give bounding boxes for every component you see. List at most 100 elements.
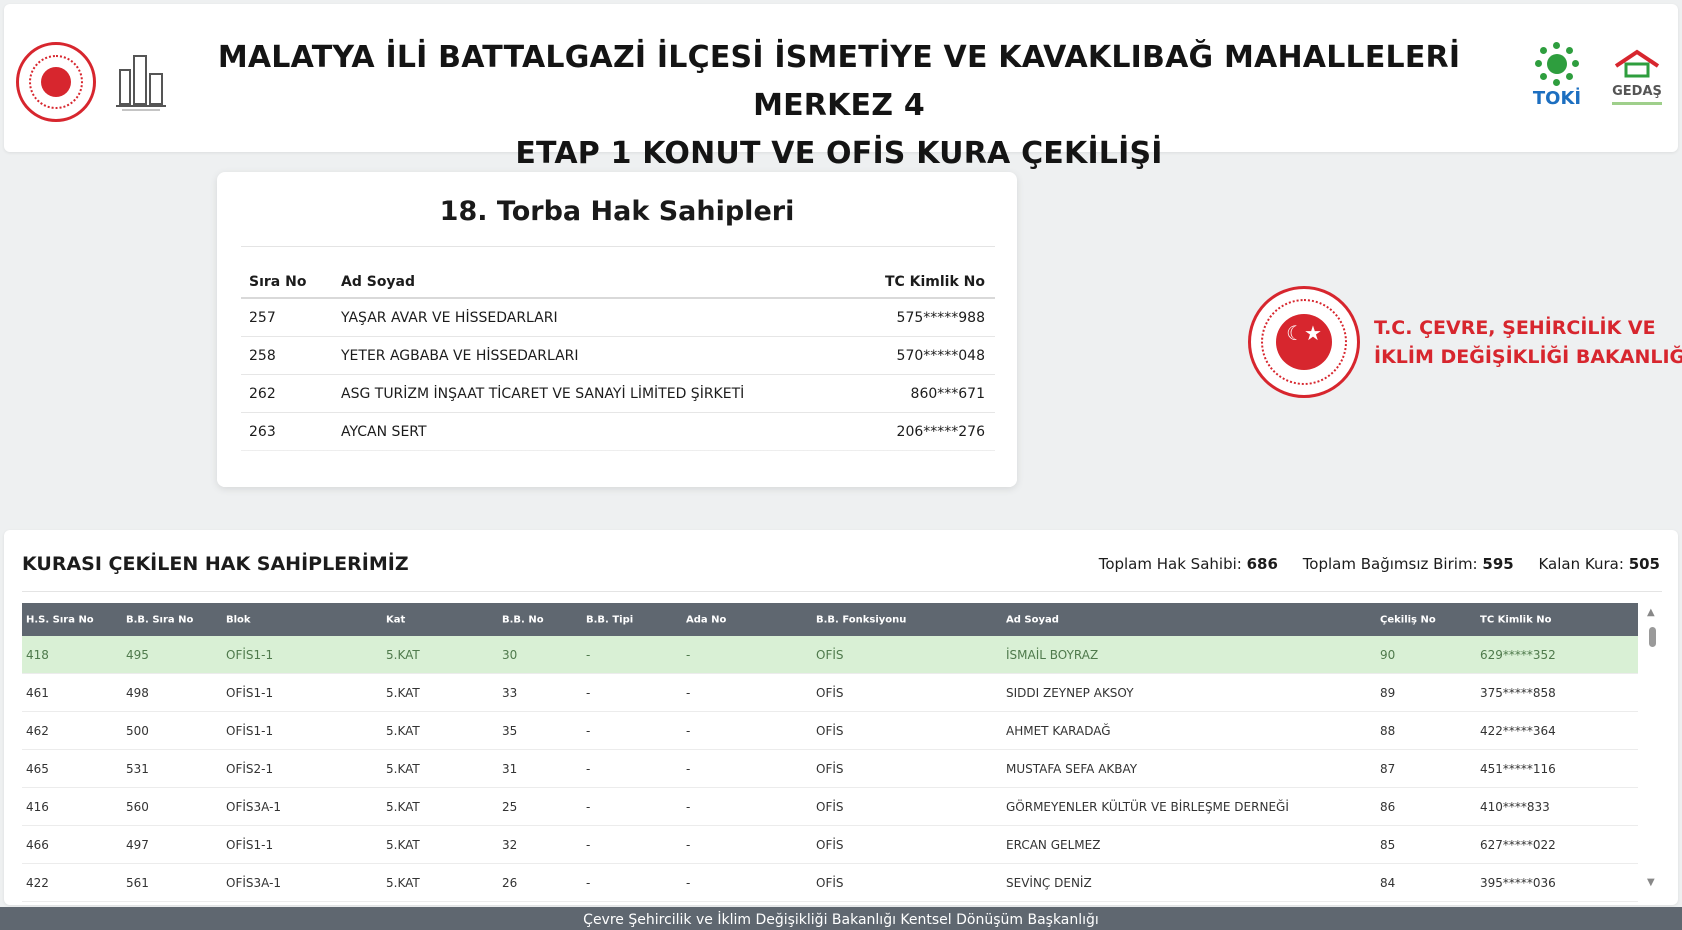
page-title: MALATYA İLİ BATTALGAZİ İLÇESİ İSMETİYE V… bbox=[204, 34, 1474, 178]
cell-tc: 410****833 bbox=[1480, 799, 1550, 814]
building-logo bbox=[114, 48, 170, 114]
col-ad-soyad[interactable]: Ad Soyad bbox=[1006, 614, 1059, 625]
col-bb-tipi[interactable]: B.B. Tipi bbox=[586, 614, 633, 625]
cell-ada: - bbox=[686, 647, 691, 662]
cell-hs-sira: 462 bbox=[26, 723, 49, 738]
torba-row: 257 YAŞAR AVAR VE HİSSEDARLARI 575*****9… bbox=[241, 299, 995, 337]
cell-tc: 627*****022 bbox=[1480, 837, 1556, 852]
cell-sira: 262 bbox=[249, 385, 276, 402]
col-hs-sira[interactable]: H.S. Sıra No bbox=[26, 614, 94, 625]
torba-card: 18. Torba Hak Sahipleri Sıra No Ad Soyad… bbox=[217, 172, 1017, 487]
toki-dots-icon bbox=[1535, 42, 1579, 86]
building-icon bbox=[116, 55, 166, 111]
torba-row: 262 ASG TURİZM İNŞAAT TİCARET VE SANAYİ … bbox=[241, 375, 995, 413]
cell-tc: 575*****988 bbox=[896, 309, 985, 326]
col-tc-kimlik: TC Kimlik No bbox=[884, 274, 985, 290]
cell-ad: AYCAN SERT bbox=[341, 423, 427, 440]
cell-blok: OFİS1-1 bbox=[226, 837, 274, 852]
cell-bb-sira: 495 bbox=[126, 647, 149, 662]
cell-ad: ERCAN GELMEZ bbox=[1006, 837, 1101, 852]
drawn-table: H.S. Sıra No B.B. Sıra No Blok Kat B.B. … bbox=[22, 603, 1638, 902]
cell-hs-sira: 418 bbox=[26, 647, 49, 662]
cell-bb-sira: 560 bbox=[126, 799, 149, 814]
cell-blok: OFİS2-1 bbox=[226, 761, 274, 776]
cell-ad: MUSTAFA SEFA AKBAY bbox=[1006, 761, 1138, 776]
torba-row: 263 AYCAN SERT 206*****276 bbox=[241, 413, 995, 451]
torba-table: Sıra No Ad Soyad TC Kimlik No 257 YAŞAR … bbox=[241, 267, 995, 451]
cell-kat: 5.KAT bbox=[386, 761, 420, 776]
cell-bb-no: 32 bbox=[502, 837, 518, 852]
cell-ada: - bbox=[686, 685, 691, 700]
scroll-up-arrow-icon[interactable]: ▲ bbox=[1647, 607, 1655, 618]
cell-fonksiyon: OFİS bbox=[816, 723, 844, 738]
col-blok[interactable]: Blok bbox=[226, 614, 251, 625]
table-row[interactable]: 462 500 OFİS1-1 5.KAT 35 - - OFİS AHMET KARADAĞ 8… bbox=[22, 712, 1638, 750]
col-ada-no[interactable]: Ada No bbox=[686, 614, 726, 625]
scroll-down-arrow-icon[interactable]: ▼ bbox=[1647, 877, 1655, 888]
stat-label: Kalan Kura: bbox=[1538, 555, 1624, 573]
cell-fonksiyon: OFİS bbox=[816, 875, 844, 890]
cell-cekilis: 88 bbox=[1380, 723, 1396, 738]
ministry-name: T.C. ÇEVRE, ŞEHİRCİLİK VE İKLİM DEĞİŞİKL… bbox=[1374, 314, 1682, 372]
col-cekilis-no[interactable]: Çekiliş No bbox=[1380, 614, 1436, 625]
col-tc-kimlik[interactable]: TC Kimlik No bbox=[1480, 614, 1551, 625]
table-row-highlighted[interactable]: 418 495 OFİS1-1 5.KAT 30 - - OFİS İSMAİL BOYRAZ 9… bbox=[22, 636, 1638, 674]
cell-tc: 395*****036 bbox=[1480, 875, 1556, 890]
col-sira-no: Sıra No bbox=[249, 274, 307, 290]
stat-label: Toplam Hak Sahibi: bbox=[1098, 555, 1242, 573]
cell-tc: 629*****352 bbox=[1480, 647, 1556, 662]
cell-hs-sira: 465 bbox=[26, 761, 49, 776]
cell-tc: 422*****364 bbox=[1480, 723, 1556, 738]
cell-fonksiyon: OFİS bbox=[816, 837, 844, 852]
cell-kat: 5.KAT bbox=[386, 875, 420, 890]
gedas-label: GEDAŞ bbox=[1612, 84, 1662, 99]
stat-kalan-kura: Kalan Kura: 505 bbox=[1538, 555, 1660, 573]
table-scrollbar[interactable]: ▲ ▼ bbox=[1644, 603, 1660, 888]
drawn-divider bbox=[22, 591, 1662, 592]
cell-tc: 206*****276 bbox=[896, 423, 985, 440]
drawn-stats: Toplam Hak Sahibi: 686 Toplam Bağımsız B… bbox=[1079, 555, 1660, 573]
col-fonksiyon[interactable]: B.B. Fonksiyonu bbox=[816, 614, 906, 625]
col-kat[interactable]: Kat bbox=[386, 614, 405, 625]
ministry-seal-icon: ☾★ bbox=[1248, 286, 1360, 398]
col-bb-sira[interactable]: B.B. Sıra No bbox=[126, 614, 193, 625]
cell-bb-tipi: - bbox=[586, 723, 591, 738]
cell-bb-no: 35 bbox=[502, 723, 518, 738]
gedas-underline bbox=[1612, 102, 1662, 105]
table-row[interactable]: 461 498 OFİS1-1 5.KAT 33 - - OFİS SIDDI ZEYNEP A… bbox=[22, 674, 1638, 712]
cell-ad: AHMET KARADAĞ bbox=[1006, 723, 1111, 738]
cell-bb-sira: 500 bbox=[126, 723, 149, 738]
cell-kat: 5.KAT bbox=[386, 837, 420, 852]
toki-logo: TOKİ bbox=[1529, 42, 1585, 116]
cell-ad: YAŞAR AVAR VE HİSSEDARLARI bbox=[341, 309, 558, 326]
col-bb-no[interactable]: B.B. No bbox=[502, 614, 544, 625]
cell-tc: 860***671 bbox=[910, 385, 985, 402]
cell-cekilis: 89 bbox=[1380, 685, 1396, 700]
cell-ada: - bbox=[686, 761, 691, 776]
cell-kat: 5.KAT bbox=[386, 799, 420, 814]
ministry-name-line1: T.C. ÇEVRE, ŞEHİRCİLİK VE bbox=[1374, 317, 1656, 339]
table-row[interactable]: 465 531 OFİS2-1 5.KAT 31 - - OFİS MUSTAFA SEFA A… bbox=[22, 750, 1638, 788]
page-header: MALATYA İLİ BATTALGAZİ İLÇESİ İSMETİYE V… bbox=[4, 4, 1678, 171]
cell-fonksiyon: OFİS bbox=[816, 761, 844, 776]
cell-blok: OFİS1-1 bbox=[226, 685, 274, 700]
page-title-line2: ETAP 1 KONUT VE OFİS KURA ÇEKİLİŞİ bbox=[515, 136, 1163, 171]
cell-tc: 570*****048 bbox=[896, 347, 985, 364]
cell-sira: 258 bbox=[249, 347, 276, 364]
scroll-thumb[interactable] bbox=[1649, 627, 1656, 647]
cell-cekilis: 86 bbox=[1380, 799, 1396, 814]
house-icon bbox=[1614, 49, 1660, 78]
cell-fonksiyon: OFİS bbox=[816, 799, 844, 814]
cell-ad: ASG TURİZM İNŞAAT TİCARET VE SANAYİ LİMİ… bbox=[341, 385, 745, 402]
ministry-logo: ☾★ T.C. ÇEVRE, ŞEHİRCİLİK VE İKLİM DEĞİŞ… bbox=[1248, 284, 1682, 400]
table-row[interactable]: 422 561 OFİS3A-1 5.KAT 26 - - OFİS SEVİNÇ DENİZ 8… bbox=[22, 864, 1638, 902]
cell-ad: YETER AGBABA VE HİSSEDARLARI bbox=[341, 347, 579, 364]
cell-sira: 263 bbox=[249, 423, 276, 440]
cell-ad: SEVİNÇ DENİZ bbox=[1006, 875, 1092, 890]
table-row[interactable]: 466 497 OFİS1-1 5.KAT 32 - - OFİS ERCAN GELMEZ 85… bbox=[22, 826, 1638, 864]
cell-ad: GÖRMEYENLER KÜLTÜR VE BİRLEŞME DERNEĞİ bbox=[1006, 799, 1289, 814]
cell-hs-sira: 422 bbox=[26, 875, 49, 890]
table-row[interactable]: 416 560 OFİS3A-1 5.KAT 25 - - OFİS GÖRMEYENLER K… bbox=[22, 788, 1638, 826]
cell-tc: 451*****116 bbox=[1480, 761, 1556, 776]
cell-hs-sira: 461 bbox=[26, 685, 49, 700]
